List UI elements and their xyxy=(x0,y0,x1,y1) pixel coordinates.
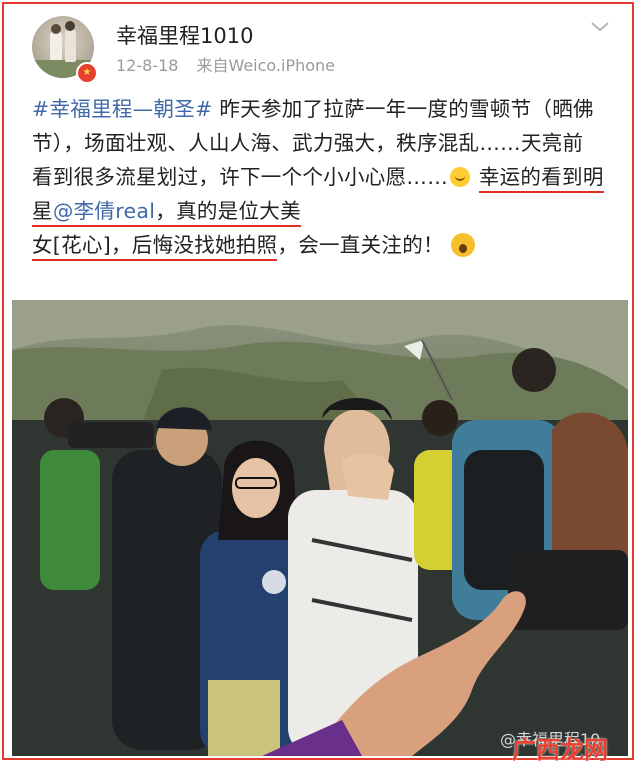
person-head xyxy=(422,400,458,436)
logo xyxy=(262,570,286,594)
post-text-beauty: ，真的是位大美 xyxy=(155,199,301,223)
site-watermark: 广西龙网 xyxy=(512,736,608,764)
person-green-jacket xyxy=(40,450,100,590)
hashtag-link[interactable]: #幸福里程—朝圣# xyxy=(32,97,213,121)
smiling-emoji-icon xyxy=(450,167,470,187)
photo-scene xyxy=(12,300,628,756)
hand xyxy=(342,453,394,500)
vip-badge-icon: ★ xyxy=(76,62,98,84)
post-text-end: ，会一直关注的！ xyxy=(277,233,444,257)
camera-right xyxy=(508,550,628,630)
post-photo[interactable] xyxy=(12,300,628,756)
username[interactable]: 幸福里程1010 xyxy=(116,20,253,50)
surprised-emoji-icon xyxy=(450,233,475,257)
avatar-head xyxy=(51,24,61,34)
post-meta: 12-8-18 来自Weico.iPhone xyxy=(116,52,335,76)
post-date: 12-8-18 xyxy=(116,56,179,75)
post-text-regret: 女[花心]，后悔没找她拍照 xyxy=(32,233,278,257)
chevron-down-icon[interactable] xyxy=(588,18,612,36)
avatar-figure xyxy=(50,30,62,60)
person-head xyxy=(512,348,556,392)
post-text: #幸福里程—朝圣# 昨天参加了拉萨一年一度的雪顿节（晒佛节），场面壮观、人山人海… xyxy=(32,92,604,262)
avatar-head xyxy=(65,21,75,31)
pants xyxy=(208,680,280,756)
avatar-figure xyxy=(65,28,76,62)
camera xyxy=(68,422,154,448)
mention-link[interactable]: @李倩real xyxy=(53,199,155,223)
highlighted-text: 女[花心]，后悔没找她拍照 xyxy=(32,233,278,261)
post-source[interactable]: 来自Weico.iPhone xyxy=(196,56,335,75)
